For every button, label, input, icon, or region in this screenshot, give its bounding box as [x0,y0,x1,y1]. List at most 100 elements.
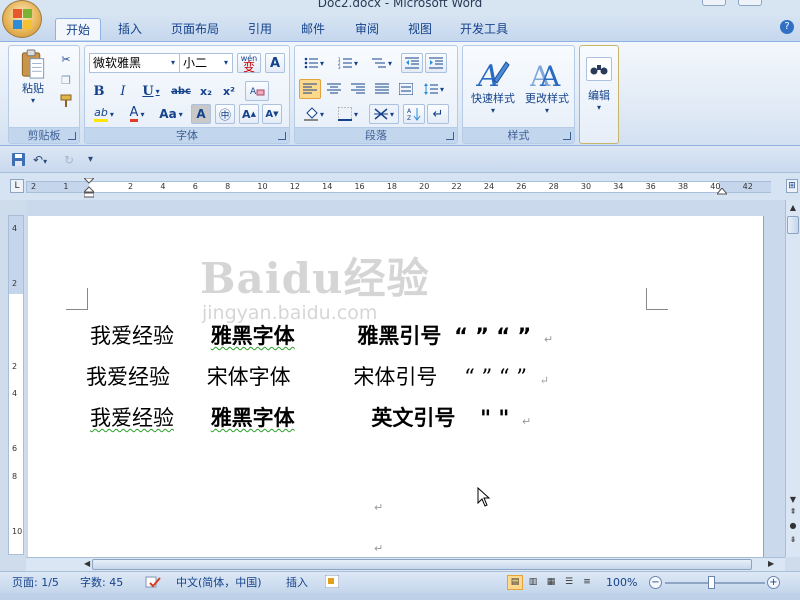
tab-mailings[interactable]: 邮件 [291,18,335,40]
tab-page-layout[interactable]: 页面布局 [163,18,227,40]
zoom-out-icon[interactable]: − [649,576,662,589]
enclose-characters-button[interactable]: ㊥ [215,104,235,124]
vertical-scrollbar[interactable]: ▲ ▼ ⇞ ● ⇟ [785,200,800,557]
align-left-button[interactable] [299,79,321,99]
line-spacing-button[interactable] [419,79,449,99]
change-styles-button[interactable]: AA 更改样式 ▾ [521,49,573,123]
insert-mode[interactable]: 插入 [286,575,308,591]
tab-references[interactable]: 引用 [238,18,282,40]
scroll-left-icon[interactable]: ◀ [84,559,90,568]
change-case-button[interactable]: Aa [155,104,187,124]
undo-button[interactable]: ↶▾ [33,153,57,167]
horizontal-ruler[interactable]: 2 1 2 4 6 8 10 12 14 16 18 20 22 24 26 28 30 34 36 38 40 42 ⊞ [0,173,800,200]
minimize-button[interactable] [702,0,726,6]
vertical-ruler-tick-label: 6 [12,444,18,453]
dialog-launcher-icon[interactable] [68,132,76,140]
next-page-icon[interactable]: ⇟ [787,534,799,546]
bullets-button[interactable] [299,53,329,73]
scroll-thumb[interactable] [787,216,799,234]
document-page[interactable]: 我爱经验 雅黑字体 雅黑引号 “ ” “ ” ↵ 我爱经验 宋体字体 宋体引号 … [28,216,763,557]
multilevel-list-button[interactable] [367,53,397,73]
scroll-down-icon[interactable]: ▼ [787,494,799,506]
macro-recording-icon[interactable] [324,574,341,593]
previous-page-icon[interactable]: ⇞ [787,506,799,518]
borders-button[interactable] [333,104,363,124]
view-ruler-icon[interactable]: ⊞ [786,179,798,193]
decrease-indent-button[interactable] [401,53,423,73]
select-browse-object-icon[interactable]: ● [787,520,799,532]
zoom-in-icon[interactable]: + [767,576,780,589]
italic-button[interactable]: I [113,81,133,101]
justify-button[interactable] [371,79,393,99]
tab-developer[interactable]: 开发工具 [452,18,516,40]
zoom-slider-thumb[interactable] [708,576,715,589]
distributed-button[interactable] [395,79,417,99]
doc-line-2[interactable]: 我爱经验 宋体字体 宋体引号 “ ” “ ” ↵ [86,361,549,391]
strikethrough-button[interactable]: abc [169,81,193,101]
align-right-button[interactable] [347,79,369,99]
font-name-select[interactable]: 微软雅黑 ▾ [89,53,180,73]
quick-styles-button[interactable]: A 快速样式 ▾ [467,49,519,123]
grow-font-button[interactable]: A ▲ [239,104,259,124]
tab-selector[interactable]: L [10,179,24,193]
doc-line-3[interactable]: 我爱经验 雅黑字体 英文引号 " " ↵ [90,402,531,432]
page-count[interactable]: 页面: 1/5 [12,575,59,591]
phonetic-guide-button[interactable]: wén 变 [237,53,261,73]
scroll-up-icon[interactable]: ▲ [787,202,799,214]
format-painter-icon[interactable] [57,92,75,110]
indent-marker-icon[interactable] [82,177,96,198]
language-status[interactable]: 中文(简体，中国) [176,575,262,591]
dialog-launcher-icon[interactable] [446,132,454,140]
tab-home[interactable]: 开始 [55,18,101,40]
align-center-button[interactable] [323,79,345,99]
proofing-icon[interactable] [145,575,161,594]
redo-icon[interactable]: ↻ [64,153,78,167]
font-color-button[interactable]: A [123,104,151,124]
cut-icon[interactable]: ✂ [57,50,75,68]
word-count[interactable]: 字数: 45 [80,575,123,591]
web-layout-icon[interactable]: ▦ [543,575,559,590]
shading-button[interactable] [299,104,329,124]
dialog-launcher-icon[interactable] [563,132,571,140]
bold-button[interactable]: B [89,81,109,101]
window-title: Doc2.docx - Microsoft Word [317,0,483,10]
tab-view[interactable]: 视图 [398,18,442,40]
superscript-button[interactable]: x² [219,81,239,101]
print-layout-view-icon[interactable]: ▤ [507,575,523,590]
horizontal-scrollbar[interactable]: ◀ ▶ [26,557,785,571]
customize-toolbar-icon[interactable]: ▾ [88,153,100,167]
underline-button[interactable]: U [137,81,165,101]
outline-view-icon[interactable]: ☰ [561,575,577,590]
maximize-button[interactable] [738,0,762,6]
right-indent-marker-icon[interactable] [715,185,729,195]
help-icon[interactable]: ? [780,20,794,34]
office-button[interactable] [2,0,42,38]
character-shading-button[interactable]: A [191,104,211,124]
text-highlight-button[interactable]: ab [89,104,119,124]
editing-button[interactable]: 编辑 ▾ [583,49,615,119]
subscript-button[interactable]: x₂ [196,81,216,101]
show-marks-button[interactable]: ↵ [427,104,449,124]
zoom-level[interactable]: 100% [606,575,637,591]
vertical-ruler[interactable]: 4 2 2 4 6 8 10 [8,215,24,555]
copy-icon[interactable]: ❐ [57,71,75,89]
draft-view-icon[interactable]: ≡ [579,575,595,590]
numbering-button[interactable]: 123 [333,53,363,73]
chinese-layout-button[interactable] [369,104,399,124]
increase-indent-button[interactable] [425,53,447,73]
paste-button[interactable]: 粘贴 ▾ [15,48,51,106]
tab-review[interactable]: 审阅 [345,18,389,40]
zoom-slider[interactable] [665,582,765,584]
scroll-right-icon[interactable]: ▶ [768,559,774,568]
shrink-font-button[interactable]: A ▼ [262,104,282,124]
tab-insert[interactable]: 插入 [108,18,152,40]
save-icon[interactable] [12,153,26,167]
sort-button[interactable]: AZ [403,104,425,124]
character-border-button[interactable]: A [265,53,285,73]
horizontal-scroll-thumb[interactable] [92,559,752,570]
full-screen-reading-icon[interactable]: ▥ [525,575,541,590]
doc-line-1[interactable]: 我爱经验 雅黑字体 雅黑引号 “ ” “ ” ↵ [90,320,553,350]
clear-formatting-button[interactable]: A [245,81,269,101]
dialog-launcher-icon[interactable] [278,132,286,140]
font-size-select[interactable]: 小二 ▾ [179,53,233,73]
